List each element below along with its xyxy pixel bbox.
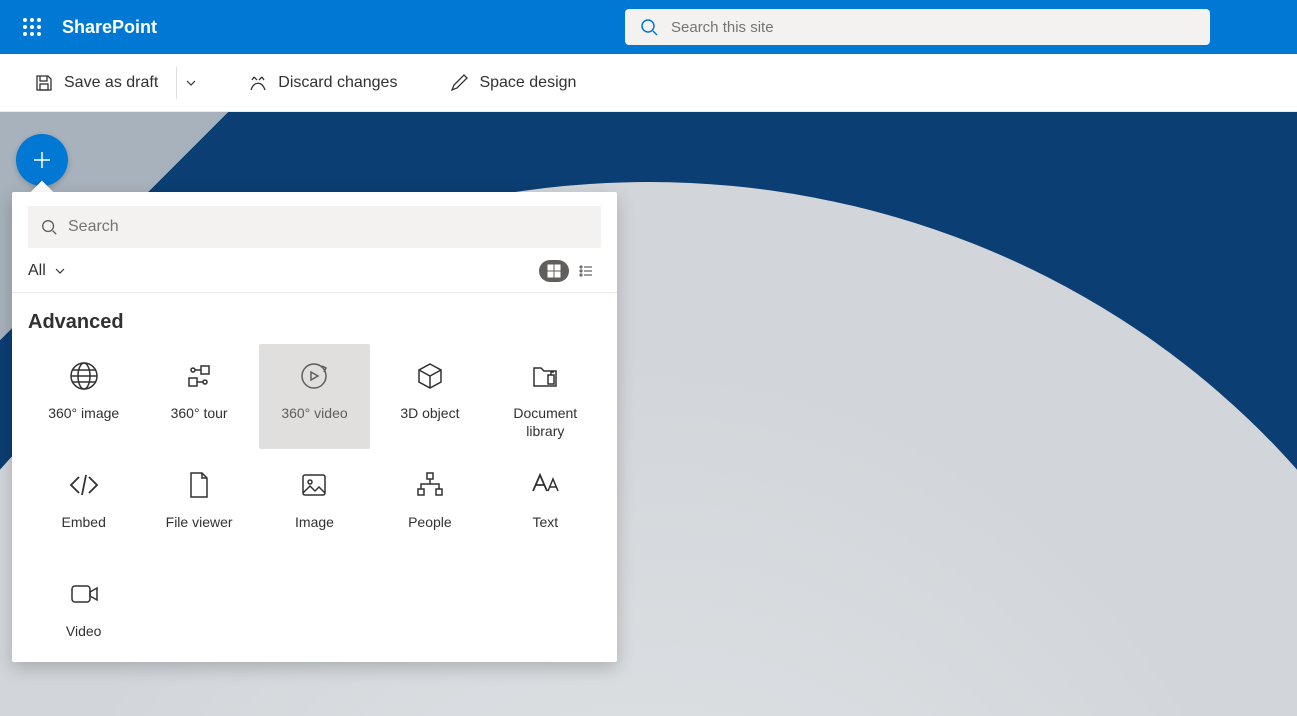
space-design-button[interactable]: Space design (441, 67, 584, 99)
chevron-down-icon (185, 77, 197, 89)
globe-icon (64, 356, 104, 396)
command-bar: Save as draft Discard changes Space desi… (0, 54, 1297, 112)
webpart-card[interactable]: 360° video (259, 344, 370, 449)
search-icon (639, 17, 659, 37)
webpart-grid: 360° image 360° tour 360° video 3D objec… (28, 344, 601, 662)
webpart-card-label: 360° tour (167, 404, 232, 422)
webpart-card[interactable]: 3D object (374, 344, 485, 449)
webpart-card-label: 360° image (44, 404, 123, 422)
webpart-picker: All (12, 192, 617, 662)
app-launcher-button[interactable] (8, 3, 56, 51)
pen-icon (449, 73, 469, 93)
grid-view-button[interactable] (539, 260, 569, 282)
filter-label: All (28, 262, 46, 280)
view-toggle (539, 260, 601, 282)
space-design-label: Space design (479, 74, 576, 92)
save-icon (34, 73, 54, 93)
webpart-card[interactable]: People (374, 453, 485, 558)
image-icon (294, 465, 334, 505)
grid-icon (547, 264, 561, 278)
picker-search-input[interactable] (68, 218, 589, 236)
webpart-card-label: 360° video (277, 404, 351, 422)
cube-icon (410, 356, 450, 396)
webpart-card[interactable]: 360° image (28, 344, 139, 449)
webpart-card-label: Embed (58, 513, 110, 531)
webpart-card-label: Text (528, 513, 562, 531)
webpart-card-label: Image (291, 513, 338, 531)
people-icon (410, 465, 450, 505)
list-view-button[interactable] (571, 260, 601, 282)
search-icon (40, 218, 58, 236)
app-header: SharePoint (0, 0, 1297, 54)
text-icon (525, 465, 565, 505)
waffle-icon (23, 18, 41, 36)
save-draft-button[interactable]: Save as draft (26, 67, 166, 99)
save-draft-label: Save as draft (64, 74, 158, 92)
webpart-card[interactable]: File viewer (143, 453, 254, 558)
webpart-card[interactable]: Image (259, 453, 370, 558)
code-icon (64, 465, 104, 505)
plus-icon (30, 148, 54, 172)
webpart-card[interactable]: Video (28, 562, 139, 662)
webpart-card-label: File viewer (162, 513, 237, 531)
discard-icon (248, 73, 268, 93)
webpart-card[interactable]: 360° tour (143, 344, 254, 449)
tour-icon (179, 356, 219, 396)
section-title: Advanced (28, 311, 601, 334)
webpart-card-label: Video (62, 622, 106, 640)
webpart-card-label: 3D object (396, 404, 463, 422)
list-icon (579, 264, 593, 278)
doclib-icon (525, 356, 565, 396)
replay-icon (294, 356, 334, 396)
webpart-card-label: Document library (490, 404, 601, 440)
site-search[interactable] (625, 9, 1210, 45)
picker-search[interactable] (28, 206, 601, 248)
discard-changes-button[interactable]: Discard changes (240, 67, 405, 99)
webpart-card[interactable]: Text (490, 453, 601, 558)
chevron-down-icon (54, 265, 66, 277)
picker-filter-bar: All (12, 260, 617, 292)
brand-label: SharePoint (62, 17, 157, 38)
webpart-card-label: People (404, 513, 456, 531)
webpart-card[interactable]: Document library (490, 344, 601, 449)
file-icon (179, 465, 219, 505)
filter-dropdown[interactable]: All (28, 262, 66, 280)
discard-changes-label: Discard changes (278, 74, 397, 92)
webpart-card[interactable]: Embed (28, 453, 139, 558)
picker-body[interactable]: Advanced 360° image 360° tour 360° video… (12, 292, 617, 662)
editor-canvas: All (0, 112, 1297, 716)
save-draft-dropdown[interactable] (176, 67, 204, 99)
add-webpart-button[interactable] (16, 134, 68, 186)
site-search-input[interactable] (671, 19, 1196, 36)
video-icon (64, 574, 104, 614)
